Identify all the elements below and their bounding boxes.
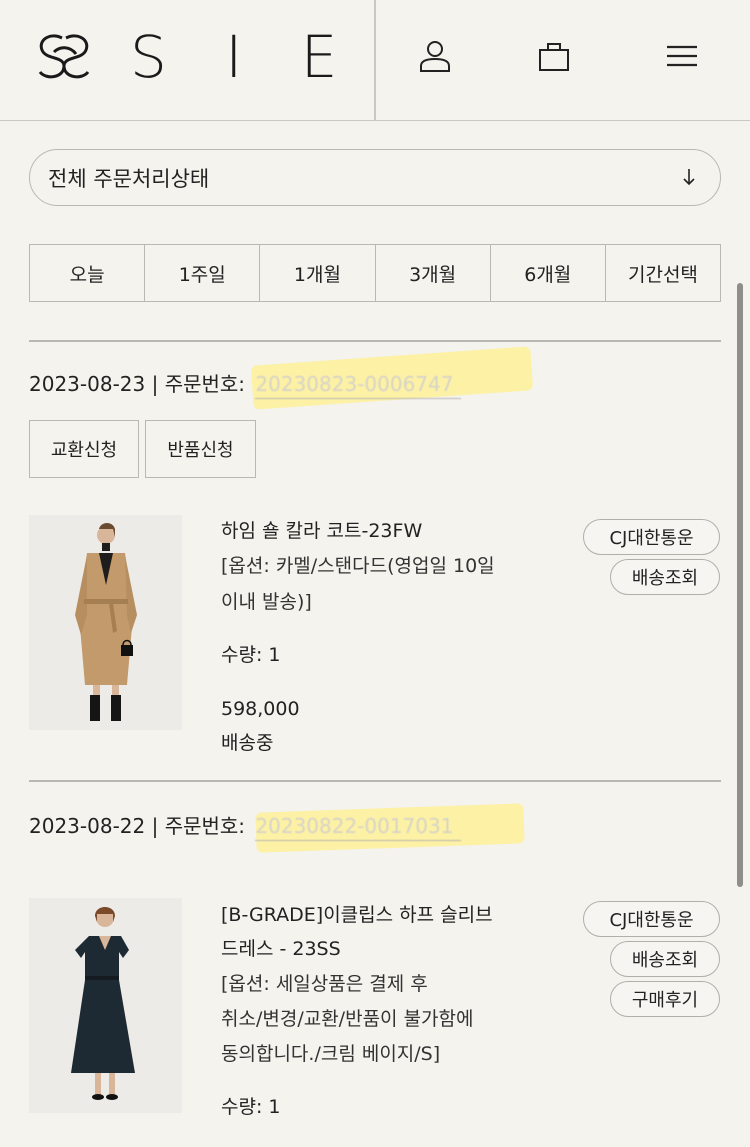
tab-today[interactable]: 오늘: [30, 245, 146, 301]
product-image[interactable]: [29, 515, 182, 730]
tab-1-week[interactable]: 1주일: [145, 245, 261, 301]
order-status-label: 전체 주문처리상태: [48, 166, 210, 191]
site-header: S I E: [0, 0, 750, 121]
product-option: 이내 발송)]: [221, 591, 312, 613]
order-number[interactable]: 20230823-0006747: [255, 372, 462, 399]
order-date: 2023-08-22: [29, 814, 146, 838]
scrollbar[interactable]: [737, 283, 743, 887]
product-quantity: 수량: 1: [221, 644, 281, 666]
return-request-button[interactable]: 반품신청: [145, 420, 256, 478]
product-name[interactable]: 드레스 - 23SS: [221, 932, 341, 966]
arrow-down-icon: [683, 169, 695, 186]
tab-custom-range[interactable]: 기간선택: [606, 245, 720, 301]
exchange-request-button[interactable]: 교환신청: [29, 420, 139, 478]
courier-button[interactable]: CJ대한통운: [583, 901, 720, 937]
product-option: 동의합니다./크림 베이지/S]: [221, 1043, 441, 1065]
track-delivery-button[interactable]: 배송조회: [610, 559, 720, 595]
product-option: [옵션: 세일상품은 결제 후: [221, 973, 428, 995]
order-number[interactable]: 20230822-0017031: [255, 814, 462, 841]
track-delivery-button[interactable]: 배송조회: [610, 941, 720, 977]
period-tabs: 오늘 1주일 1개월 3개월 6개월 기간선택: [29, 244, 721, 302]
order-number-label: | 주문번호:: [151, 372, 246, 396]
order-date: 2023-08-23: [29, 372, 146, 396]
brand-logo[interactable]: [36, 30, 92, 84]
divider: [29, 780, 721, 782]
tab-1-month[interactable]: 1개월: [260, 245, 376, 301]
courier-button[interactable]: CJ대한통운: [583, 519, 720, 555]
tab-3-months[interactable]: 3개월: [376, 245, 491, 301]
bag-icon[interactable]: [536, 38, 572, 74]
divider: [29, 340, 721, 342]
product-image[interactable]: [29, 898, 182, 1113]
write-review-button[interactable]: 구매후기: [610, 981, 720, 1017]
product-quantity: 수량: 1: [221, 1096, 281, 1118]
product-option: 취소/변경/교환/반품이 불가함에: [221, 1008, 474, 1030]
product-name[interactable]: [B-GRADE]이클립스 하프 슬리브: [221, 898, 493, 932]
order-number-label: | 주문번호:: [151, 814, 246, 838]
user-icon[interactable]: [417, 38, 453, 74]
order-header: 2023-08-22 | 주문번호: 20230822-0017031: [29, 810, 462, 841]
order-status-select[interactable]: 전체 주문처리상태: [29, 149, 721, 206]
delivery-status: 배송중: [221, 732, 274, 754]
header-divider: [374, 0, 376, 121]
tab-6-months[interactable]: 6개월: [491, 245, 606, 301]
menu-icon[interactable]: [664, 38, 700, 74]
brand-wordmark[interactable]: S I E: [130, 22, 357, 92]
product-name[interactable]: 하임 숄 칼라 코트-23FW: [221, 514, 422, 548]
product-option: [옵션: 카멜/스탠다드(영업일 10일: [221, 555, 495, 577]
product-price: 598,000: [221, 698, 300, 720]
order-header: 2023-08-23 | 주문번호: 20230823-0006747: [29, 368, 462, 399]
